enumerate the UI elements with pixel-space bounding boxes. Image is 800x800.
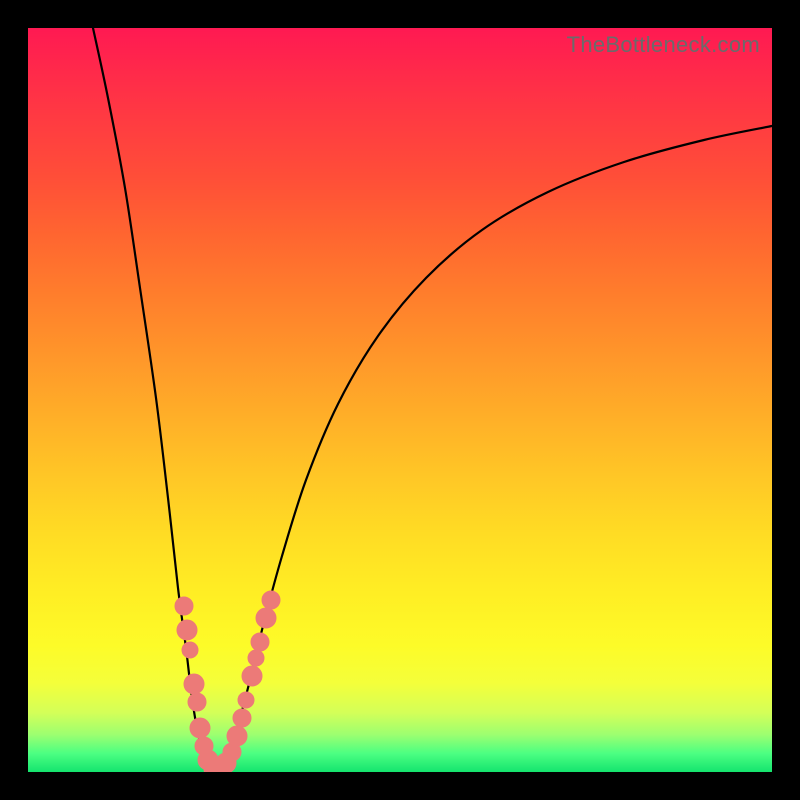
data-marker [242, 666, 262, 686]
data-marker [188, 693, 206, 711]
data-marker [248, 650, 264, 666]
data-marker [256, 608, 276, 628]
data-marker [233, 709, 251, 727]
curves-svg [28, 28, 772, 772]
data-marker [184, 674, 204, 694]
data-marker [238, 692, 254, 708]
data-marker [227, 726, 247, 746]
plot-area: TheBottleneck.com [28, 28, 772, 772]
data-marker [190, 718, 210, 738]
chart-frame: TheBottleneck.com [0, 0, 800, 800]
data-marker [262, 591, 280, 609]
data-marker [251, 633, 269, 651]
left-branch-curve [93, 28, 216, 772]
data-marker [182, 642, 198, 658]
markers-group [175, 591, 280, 772]
data-marker [177, 620, 197, 640]
right-branch-curve [216, 126, 772, 772]
data-marker [175, 597, 193, 615]
